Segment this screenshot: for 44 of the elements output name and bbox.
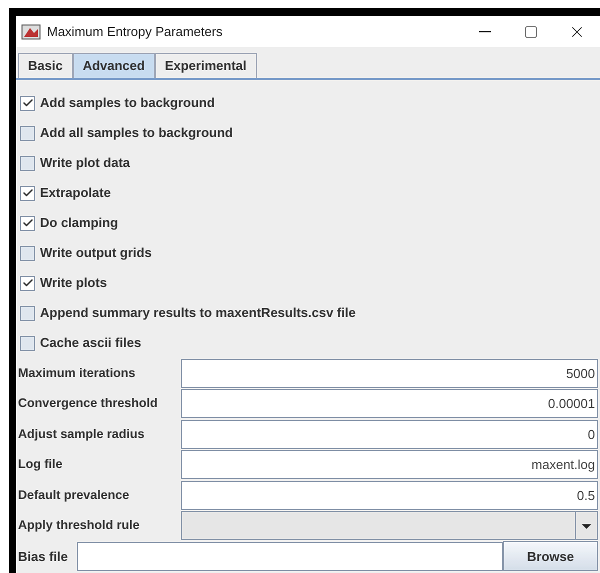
input-field[interactable]: 0.5 — [181, 480, 598, 510]
input-field[interactable]: maxent.log — [181, 450, 598, 480]
maximize-icon — [524, 24, 538, 38]
checkbox[interactable] — [20, 216, 35, 230]
app-icon — [21, 22, 41, 40]
tab[interactable]: Basic — [18, 53, 73, 78]
field-label: Adjust sample radius — [17, 426, 146, 443]
tab[interactable]: Advanced — [72, 53, 155, 78]
checkbox-label: Write plot data — [40, 154, 130, 172]
field-label: Default prevalence — [17, 486, 130, 504]
browse-button[interactable]: Browse — [503, 541, 598, 572]
checkbox-label: Do clamping — [40, 214, 118, 232]
checkbox[interactable] — [20, 276, 35, 290]
input-field[interactable]: 5000 — [181, 358, 598, 388]
window-title: Maximum Entropy Parameters — [47, 22, 224, 41]
field-label: Apply threshold rule — [17, 517, 141, 534]
checkbox[interactable] — [20, 156, 35, 170]
field-label: Bias file — [17, 548, 69, 566]
check-icon — [22, 187, 34, 199]
dropdown[interactable] — [181, 511, 598, 540]
field-label: Log file — [17, 456, 64, 474]
checkbox-label: Cache ascii files — [40, 334, 142, 352]
checkbox-label: Add all samples to background — [40, 124, 233, 142]
checkbox-label: Write output grids — [40, 244, 152, 262]
checkbox[interactable] — [20, 336, 35, 350]
checkbox[interactable] — [20, 186, 35, 200]
checkbox[interactable] — [20, 126, 35, 140]
checkbox-label: Append summary results to maxentResults.csv file — [40, 304, 356, 322]
field-label: Maximum iterations — [17, 364, 136, 382]
field-label: Convergence threshold — [17, 395, 159, 412]
check-icon — [22, 217, 34, 229]
checkbox[interactable] — [20, 246, 35, 260]
checkbox[interactable] — [20, 306, 35, 320]
checkbox-label: Extrapolate — [40, 184, 111, 202]
checkbox-label: Write plots — [40, 274, 107, 292]
input-field[interactable]: 0 — [181, 420, 598, 449]
input-field[interactable]: 0.00001 — [181, 389, 598, 418]
checkbox-label: Add samples to background — [40, 94, 215, 112]
input-field[interactable] — [77, 542, 503, 571]
tab[interactable]: Experimental — [154, 53, 256, 78]
checkbox[interactable] — [20, 96, 35, 110]
check-icon — [22, 97, 34, 109]
check-icon — [22, 277, 34, 289]
minimize-icon — [479, 30, 491, 32]
